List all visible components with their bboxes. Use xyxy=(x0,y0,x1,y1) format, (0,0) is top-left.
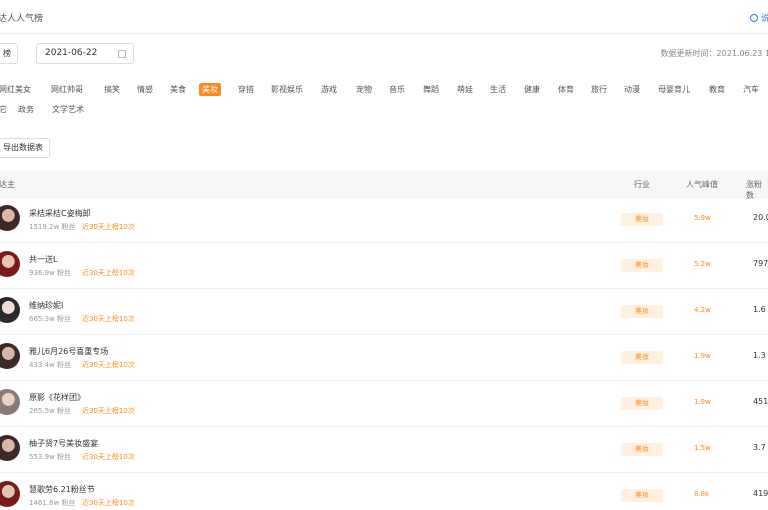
page-title: 达人人气榜 xyxy=(0,14,44,24)
category-item-active[interactable]: 美妆 xyxy=(199,83,221,96)
last-column-value: 1.3 xyxy=(753,351,766,360)
popularity-value: 5.2w xyxy=(694,260,711,268)
table-row[interactable]: 原影《花样团》 265.5w 粉丝 近30天上榜10次 美妆 1.9w 451 xyxy=(0,382,768,427)
top-bar: 达人人气榜 说 xyxy=(0,0,768,34)
rank-tag: 近30天上榜10次 xyxy=(82,407,135,415)
category-item[interactable]: 旅行 xyxy=(591,83,607,96)
industry-badge: 美妆 xyxy=(621,397,663,410)
avatar xyxy=(0,481,20,507)
category-item[interactable]: 政务 xyxy=(18,103,34,116)
fans-count: 1461.6w 粉丝 xyxy=(29,499,76,507)
industry-badge: 美妆 xyxy=(621,305,663,318)
fans-count: 936.9w 粉丝 xyxy=(29,269,71,277)
fans-count: 665.3w 粉丝 xyxy=(29,315,71,323)
avatar xyxy=(0,205,20,231)
avatar xyxy=(0,297,20,323)
table-row[interactable]: 维纳珍妮I 665.3w 粉丝 近30天上榜10次 美妆 4.2w 1.6 xyxy=(0,290,768,335)
creator-name: 柚子贤7号美妆盛宴 xyxy=(29,439,99,448)
industry-badge: 美妆 xyxy=(621,213,663,226)
category-item[interactable]: 文学艺术 xyxy=(52,103,84,116)
popularity-value: 8.8k xyxy=(694,490,710,498)
table-row[interactable]: 共一送L 936.9w 粉丝 近30天上榜10次 美妆 5.2w 797 xyxy=(0,244,768,289)
fans-count: 265.5w 粉丝 xyxy=(29,407,71,415)
avatar xyxy=(0,343,20,369)
ranking-type-button[interactable]: 榜 xyxy=(0,43,18,64)
rank-tag: 近30天上榜10次 xyxy=(82,453,135,461)
category-item[interactable]: 宠物 xyxy=(356,83,372,96)
avatar xyxy=(0,251,20,277)
industry-badge: 美妆 xyxy=(621,443,663,456)
header-popularity: 人气峰值 xyxy=(686,180,718,189)
avatar xyxy=(0,389,20,415)
industry-badge: 美妆 xyxy=(621,351,663,364)
table-row[interactable]: 采桔采桔C姿梅卸 1519.2w 粉丝 近30天上榜10次 美妆 5.9w 20… xyxy=(0,198,768,243)
update-time: 数据更新时间：2021.06.23 1 xyxy=(660,49,768,58)
category-item[interactable]: 动漫 xyxy=(624,83,640,96)
creator-name: 原影《花样团》 xyxy=(29,393,85,402)
table-header: 达主 行业 人气峰值 涨粉数 xyxy=(0,170,768,200)
fans-count: 433.4w 粉丝 xyxy=(29,361,71,369)
last-column-value: 20.0 xyxy=(753,213,768,222)
help-link[interactable]: 说 xyxy=(749,11,768,24)
category-item[interactable]: 音乐 xyxy=(389,83,405,96)
popularity-value: 5.9w xyxy=(694,214,711,222)
last-column-value: 797 xyxy=(753,259,768,268)
creator-name: 维纳珍妮I xyxy=(29,301,64,310)
help-icon xyxy=(749,13,758,22)
industry-badge: 美妆 xyxy=(621,259,663,272)
table-row[interactable]: 柚子贤7号美妆盛宴 553.9w 粉丝 近30天上榜10次 美妆 1.5w 3.… xyxy=(0,428,768,473)
creator-name: 采桔采桔C姿梅卸 xyxy=(29,209,91,218)
popularity-value: 1.9w xyxy=(694,352,711,360)
calendar-icon xyxy=(118,50,126,58)
category-item[interactable]: 它 xyxy=(0,103,7,116)
help-label: 说 xyxy=(760,14,768,24)
category-item[interactable]: 美食 xyxy=(170,83,186,96)
category-item[interactable]: 影视娱乐 xyxy=(271,83,303,96)
filter-bar: 榜 2021-06-22 数据更新时间：2021.06.23 1 xyxy=(0,43,768,65)
export-button[interactable]: 导出数据表 xyxy=(0,138,50,158)
category-item[interactable]: 健康 xyxy=(524,83,540,96)
category-item[interactable]: 搞笑 xyxy=(104,83,120,96)
category-item[interactable]: 教育 xyxy=(709,83,725,96)
last-column-value: 451 xyxy=(753,397,768,406)
header-creator: 达主 xyxy=(0,180,15,189)
category-item[interactable]: 萌娃 xyxy=(457,83,473,96)
last-column-value: 3.7 xyxy=(753,443,766,452)
industry-badge: 美妆 xyxy=(621,489,663,502)
table-row[interactable]: 雅儿6月26号喜重专场 433.4w 粉丝 近30天上榜10次 美妆 1.9w … xyxy=(0,336,768,381)
category-item[interactable]: 生活 xyxy=(490,83,506,96)
header-industry: 行业 xyxy=(634,180,650,189)
rank-tag: 近30天上榜10次 xyxy=(82,223,135,231)
category-item[interactable]: 网红美女 xyxy=(0,83,31,96)
creator-name: 慧歌劳6.21粉丝节 xyxy=(29,485,95,494)
fans-count: 1519.2w 粉丝 xyxy=(29,223,76,231)
category-item[interactable]: 母婴育儿 xyxy=(658,83,690,96)
fans-count: 553.9w 粉丝 xyxy=(29,453,71,461)
creator-name: 共一送L xyxy=(29,255,58,264)
date-picker[interactable]: 2021-06-22 xyxy=(36,43,134,64)
last-column-value: 1.6 xyxy=(753,305,766,314)
category-item[interactable]: 网红帅哥 xyxy=(51,83,83,96)
avatar xyxy=(0,435,20,461)
rank-tag: 近30天上榜10次 xyxy=(82,499,135,507)
table-row[interactable]: 慧歌劳6.21粉丝节 1461.6w 粉丝 近30天上榜10次 美妆 8.8k … xyxy=(0,474,768,510)
popularity-value: 4.2w xyxy=(694,306,711,314)
category-item[interactable]: 游戏 xyxy=(321,83,337,96)
category-item[interactable]: 舞蹈 xyxy=(423,83,439,96)
category-item[interactable]: 体育 xyxy=(558,83,574,96)
last-column-value: 419 xyxy=(753,489,768,498)
rank-tag: 近30天上榜10次 xyxy=(82,269,135,277)
category-item[interactable]: 汽车 xyxy=(743,83,759,96)
rank-tag: 近30天上榜10次 xyxy=(82,315,135,323)
rank-tag: 近30天上榜10次 xyxy=(82,361,135,369)
category-item[interactable]: 情感 xyxy=(137,83,153,96)
category-item[interactable]: 穿搭 xyxy=(238,83,254,96)
creator-name: 雅儿6月26号喜重专场 xyxy=(29,347,109,356)
popularity-value: 1.9w xyxy=(694,398,711,406)
date-value: 2021-06-22 xyxy=(45,48,98,58)
popularity-value: 1.5w xyxy=(694,444,711,452)
